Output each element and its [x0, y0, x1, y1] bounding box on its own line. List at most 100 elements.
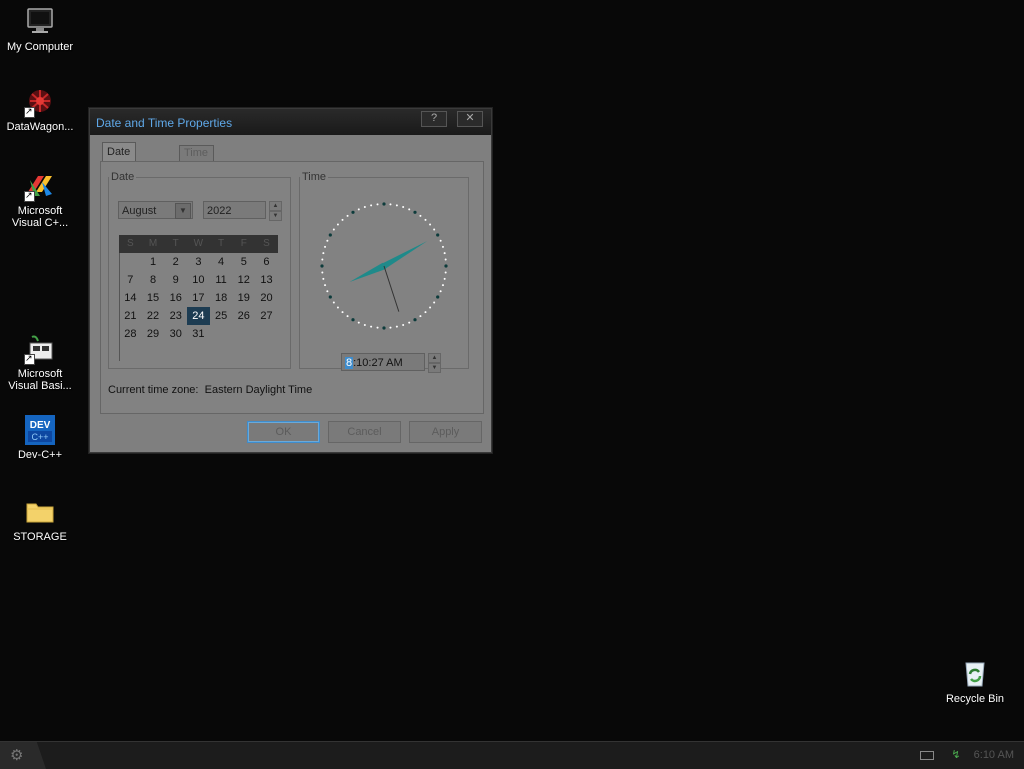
calendar-day[interactable]: 27 [255, 307, 278, 325]
calendar-day[interactable]: 6 [255, 253, 278, 271]
calendar-day[interactable]: 29 [142, 325, 165, 343]
calendar-day[interactable]: 31 [187, 325, 210, 343]
clock-minute-mark [419, 315, 422, 318]
tab-date-time[interactable]: Date & Time [102, 142, 137, 194]
calendar-divider [119, 253, 120, 361]
calendar-day[interactable]: 9 [164, 271, 187, 289]
clock-minute-mark [443, 277, 446, 280]
calendar-day[interactable]: 12 [232, 271, 255, 289]
calendar-day[interactable]: 3 [187, 253, 210, 271]
calendar-day[interactable]: 10 [187, 271, 210, 289]
calendar-day[interactable]: 4 [210, 253, 233, 271]
clock-hour-mark [320, 264, 324, 268]
clock-minute-mark [444, 271, 447, 274]
network-icon[interactable]: ↯ [951, 749, 960, 761]
cancel-button[interactable]: Cancel [328, 421, 401, 443]
calendar-day[interactable]: 28 [119, 325, 142, 343]
clock-minute-mark [395, 204, 398, 207]
calendar-day[interactable]: 17 [187, 289, 210, 307]
calendar-day-grid[interactable]: 1 2 3 4 5 6 7 8 9 10 11 12 13 14 15 16 17 18 19 20 21 22 23 24 2… [119, 253, 278, 343]
calendar-day[interactable]: 20 [255, 289, 278, 307]
calendar-day[interactable]: 2 [164, 253, 187, 271]
calendar-day[interactable]: 18 [210, 289, 233, 307]
clock-minute-mark [433, 301, 436, 304]
system-tray: ↯ 6:10 AM [920, 742, 1014, 769]
spin-up-icon[interactable]: ▲ [428, 353, 441, 363]
weekday-header: M [148, 238, 158, 249]
clock-minute-mark [357, 321, 360, 324]
dialog-titlebar[interactable]: Date and Time Properties ? ✕ [90, 109, 491, 135]
desktop-icon-storage[interactable]: STORAGE [0, 496, 80, 543]
start-button[interactable]: ⚙ [0, 742, 46, 769]
desktop-icon-label: Recycle Bin [945, 693, 1005, 705]
year-field[interactable]: 2022 [203, 201, 266, 219]
close-button[interactable]: ✕ [457, 111, 483, 127]
time-spinner[interactable]: ▲ ▼ [428, 353, 441, 373]
desktop-icon-visual-cpp[interactable]: Microsoft Visual C+... [0, 170, 80, 229]
computer-icon [24, 6, 56, 38]
chevron-down-icon[interactable]: ▼ [175, 203, 191, 219]
calendar-day[interactable]: 11 [210, 271, 233, 289]
clock-minute-mark [326, 239, 329, 242]
calendar-day[interactable]: 21 [119, 307, 142, 325]
ok-button[interactable]: OK [247, 421, 320, 443]
desktop-icon-my-computer[interactable]: My Computer [0, 6, 80, 53]
clock-minute-mark [444, 258, 447, 261]
calendar-day[interactable]: 19 [232, 289, 255, 307]
taskbar-clock[interactable]: 6:10 AM [974, 749, 1014, 761]
clock-hour-mark [436, 295, 440, 299]
spin-down-icon[interactable]: ▼ [428, 363, 441, 373]
calendar-day[interactable]: 15 [142, 289, 165, 307]
tab-time-zone[interactable]: Time Zone [179, 145, 215, 174]
calendar-day[interactable]: 8 [142, 271, 165, 289]
weekday-header: T [218, 238, 225, 249]
desktop-icon-datawagon[interactable]: DataWagon... [0, 86, 80, 133]
calendar-day[interactable]: 14 [119, 289, 142, 307]
date-time-dialog: Date and Time Properties ? ✕ Date & Time… [89, 108, 492, 453]
time-field[interactable]: 8:10:27 AM [341, 353, 425, 371]
calendar-day[interactable]: 7 [119, 271, 142, 289]
month-calendar[interactable]: SMTWTFS 1 2 3 4 5 6 7 8 9 10 11 12 13 14 15 16 17 18 19 20 2… [119, 235, 278, 363]
keyboard-icon[interactable] [920, 750, 935, 760]
year-spinner[interactable]: ▲ ▼ [269, 201, 282, 221]
clock-minute-mark [443, 252, 446, 255]
dialog-title: Date and Time Properties [96, 116, 233, 130]
calendar-day[interactable]: 5 [232, 253, 255, 271]
analog-clock [320, 202, 448, 330]
calendar-day[interactable]: 30 [164, 325, 187, 343]
clock-minute-hand [378, 241, 428, 269]
clock-hour-mark [444, 264, 448, 268]
desktop-icon-recycle-bin[interactable]: Recycle Bin [935, 658, 1015, 705]
time-hour-selected[interactable]: 8 [345, 357, 354, 369]
clock-minute-mark [332, 301, 335, 304]
calendar-day[interactable]: 16 [164, 289, 187, 307]
calendar-day[interactable]: 23 [164, 307, 187, 325]
calendar-day[interactable]: 22 [142, 307, 165, 325]
calendar-day[interactable]: 26 [232, 307, 255, 325]
calendar-day[interactable]: 25 [210, 307, 233, 325]
clock-hour-mark [382, 326, 386, 330]
clock-hour-mark [436, 233, 440, 237]
calendar-day[interactable]: 13 [255, 271, 278, 289]
timezone-value: Eastern Daylight Time [204, 384, 313, 396]
calendar-empty-cell [119, 253, 142, 271]
desktop-icon-visual-basic[interactable]: Microsoft Visual Basi... [0, 333, 80, 392]
shortcut-arrow-icon [24, 105, 35, 118]
desktop-icon-dev-cpp[interactable]: DEV C++ Dev-C++ [0, 414, 80, 461]
spin-up-icon[interactable]: ▲ [269, 201, 282, 211]
desktop-icon-label: Microsoft Visual Basi... [8, 368, 72, 392]
clock-minute-mark [408, 208, 411, 211]
clock-minute-mark [433, 228, 436, 231]
recycle-bin-icon [959, 658, 991, 690]
clock-minute-mark [389, 326, 392, 329]
calendar-day[interactable]: 24 [187, 307, 210, 325]
datawagon-icon [24, 86, 56, 118]
clock-minute-mark [376, 203, 379, 206]
month-select[interactable]: August ▼ [118, 201, 193, 219]
apply-button[interactable]: Apply [409, 421, 482, 443]
calendar-day[interactable]: 1 [142, 253, 165, 271]
help-button[interactable]: ? [421, 111, 447, 127]
clock-hour-mark [351, 210, 355, 214]
spin-down-icon[interactable]: ▼ [269, 211, 282, 221]
clock-minute-mark [322, 277, 325, 280]
